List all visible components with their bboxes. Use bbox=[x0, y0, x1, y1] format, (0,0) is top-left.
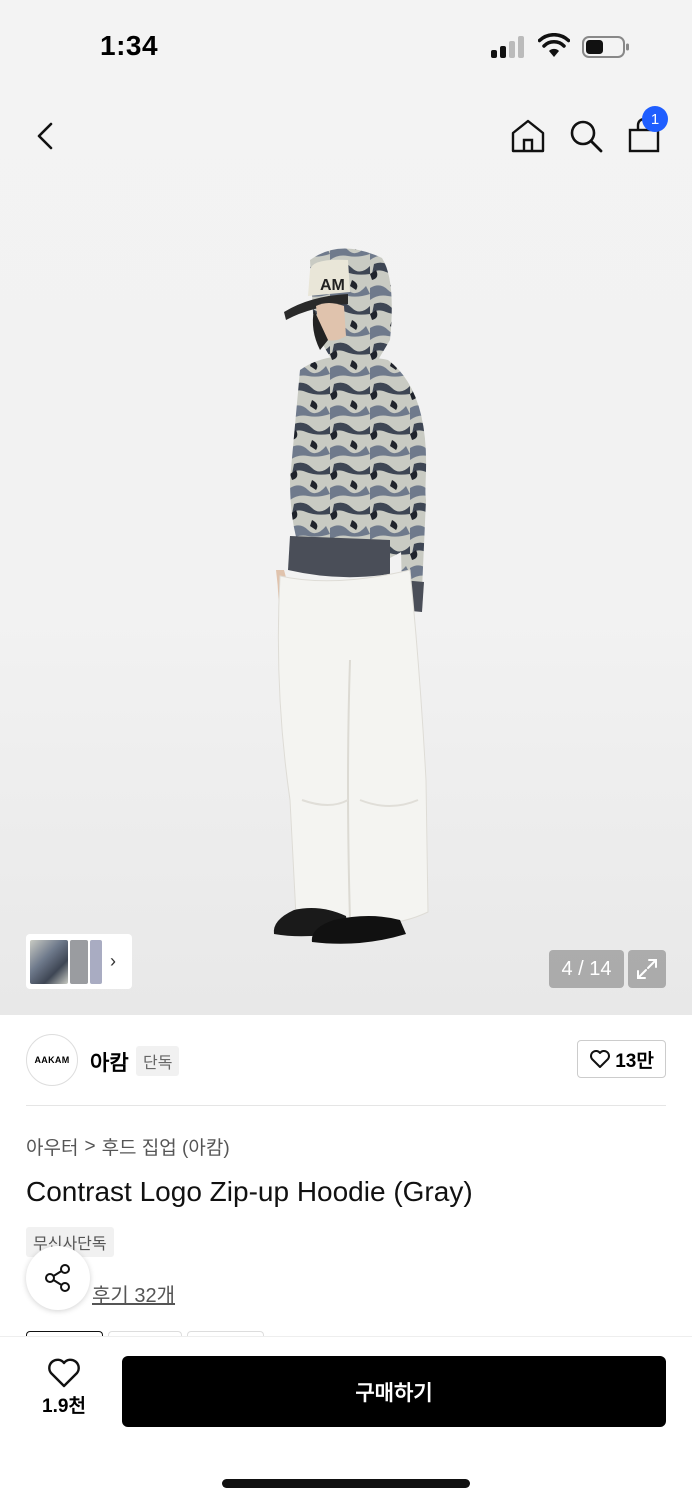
breadcrumb-category[interactable]: 아우터 bbox=[26, 1133, 78, 1160]
product-model-photo: AM bbox=[273, 248, 429, 944]
review-link[interactable]: 후기 32개 bbox=[92, 1279, 175, 1308]
back-button[interactable] bbox=[24, 114, 68, 158]
home-indicator bbox=[222, 1479, 470, 1488]
heart-icon bbox=[590, 1050, 611, 1068]
search-icon bbox=[570, 120, 603, 153]
breadcrumb-subcategory[interactable]: 후드 집업 (아캄) bbox=[102, 1133, 230, 1160]
cart-button[interactable]: 1 bbox=[622, 106, 668, 158]
cap-logo: AM bbox=[320, 277, 345, 294]
search-button[interactable] bbox=[564, 114, 608, 158]
thumbnail-strip[interactable]: › bbox=[26, 934, 132, 989]
expand-icon bbox=[637, 959, 657, 979]
breadcrumb: 아우터 > 후드 집업 (아캄) bbox=[26, 1133, 230, 1160]
heart-icon bbox=[48, 1358, 80, 1388]
battery-icon bbox=[582, 36, 629, 58]
brand-like-count: 13만 bbox=[615, 1050, 654, 1072]
brand-exclusive-tag: 단독 bbox=[136, 1046, 180, 1076]
expand-image-button[interactable] bbox=[628, 950, 666, 988]
breadcrumb-separator: > bbox=[84, 1135, 96, 1157]
status-time: 1:34 bbox=[100, 30, 159, 61]
share-icon bbox=[45, 1264, 70, 1292]
thumbnail-2[interactable] bbox=[70, 939, 88, 984]
share-button[interactable] bbox=[26, 1246, 90, 1310]
image-counter: 4 / 14 bbox=[549, 950, 624, 988]
back-icon bbox=[37, 122, 53, 150]
cellular-signal-icon bbox=[491, 36, 527, 58]
wishlist-count: 1.9천 bbox=[42, 1396, 86, 1417]
status-bar: 1:34 bbox=[0, 0, 692, 90]
thumbnail-1[interactable] bbox=[30, 939, 68, 984]
product-image-gallery[interactable]: 1:34 1 AM › 4 / 14 bbox=[0, 0, 692, 1015]
home-icon bbox=[511, 119, 545, 153]
thumbnail-3[interactable] bbox=[90, 939, 102, 984]
product-title: Contrast Logo Zip-up Hoodie (Gray) bbox=[26, 1176, 473, 1207]
top-navigation: 1 bbox=[0, 100, 692, 176]
chevron-right-icon: › bbox=[110, 951, 116, 971]
brand-like-button[interactable]: 13만 bbox=[577, 1040, 666, 1078]
brand-row: AAKAM 아캄 단독 13만 bbox=[26, 1034, 666, 1086]
wifi-icon bbox=[538, 33, 570, 57]
brand-logo[interactable]: AAKAM bbox=[26, 1034, 78, 1086]
wishlist-button[interactable]: 1.9천 bbox=[28, 1357, 100, 1421]
bottom-action-bar: 1.9천 구매하기 bbox=[0, 1336, 692, 1500]
divider bbox=[26, 1105, 666, 1106]
brand-name[interactable]: 아캄 bbox=[90, 1047, 129, 1077]
cart-count-badge: 1 bbox=[642, 106, 668, 132]
buy-button[interactable]: 구매하기 bbox=[122, 1356, 666, 1427]
home-button[interactable] bbox=[506, 114, 550, 158]
